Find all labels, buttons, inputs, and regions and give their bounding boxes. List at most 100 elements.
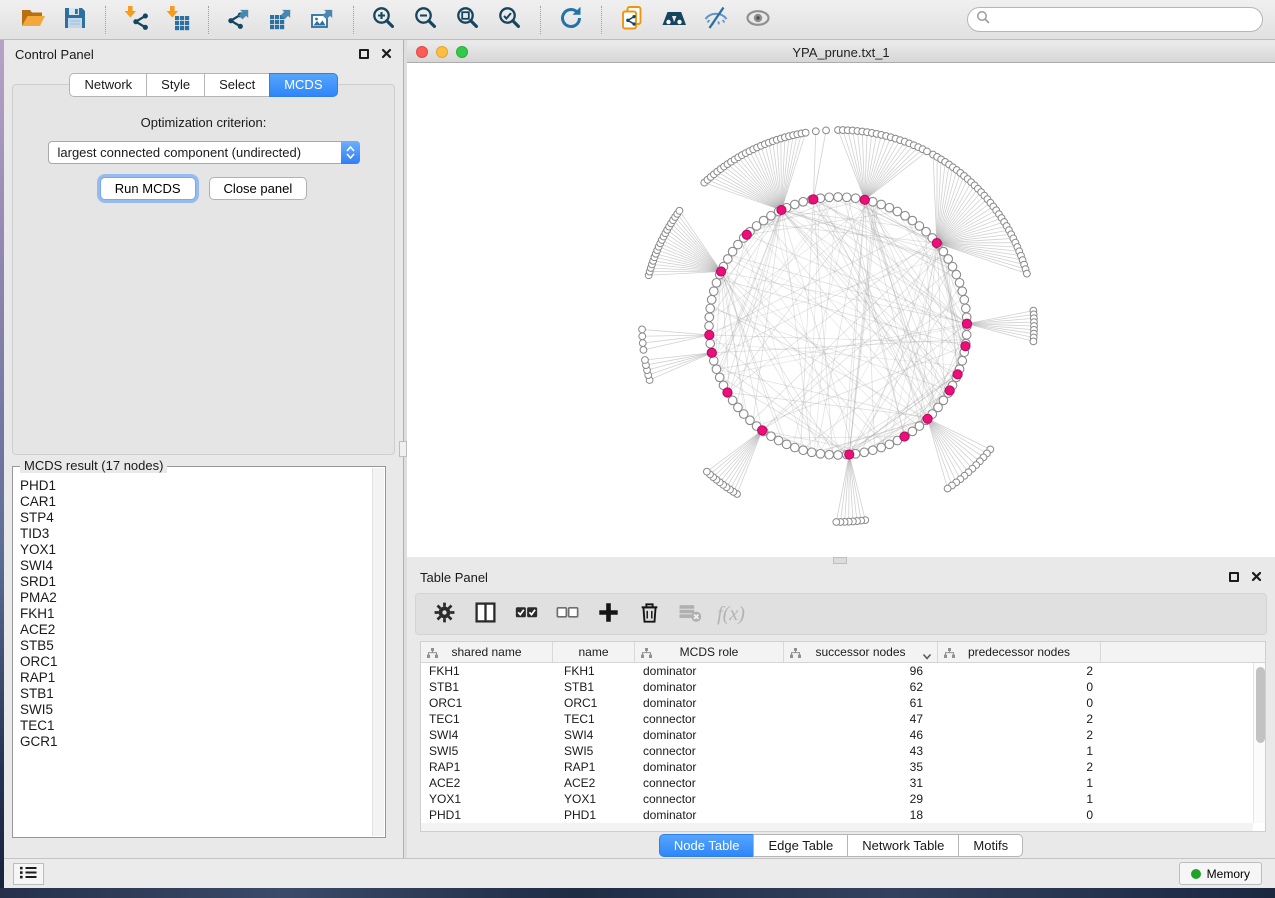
table-tab-network-table[interactable]: Network Table: [847, 834, 959, 857]
table-cell[interactable]: 96: [784, 663, 938, 679]
table-tab-edge-table[interactable]: Edge Table: [753, 834, 848, 857]
table-cell[interactable]: 47: [784, 711, 938, 727]
columns-button[interactable]: [472, 601, 498, 627]
export-table-button[interactable]: [265, 4, 297, 36]
select-all-button[interactable]: [513, 601, 539, 627]
table-cell[interactable]: YOX1: [553, 791, 635, 807]
delete-column-button[interactable]: [677, 601, 703, 627]
network-node[interactable]: [799, 446, 808, 455]
deselect-all-button[interactable]: [554, 601, 580, 627]
mcds-node[interactable]: [716, 267, 725, 276]
network-node[interactable]: [705, 313, 714, 322]
network-leaf-node[interactable]: [676, 207, 683, 214]
network-node[interactable]: [877, 443, 886, 452]
network-node[interactable]: [958, 357, 967, 366]
table-cell[interactable]: TEC1: [553, 711, 635, 727]
mcds-node[interactable]: [707, 348, 716, 357]
network-node[interactable]: [843, 193, 852, 202]
table-cell[interactable]: dominator: [635, 759, 784, 775]
table-cell[interactable]: 43: [784, 743, 938, 759]
mcds-result-item[interactable]: STB5: [20, 638, 372, 654]
network-node[interactable]: [834, 193, 843, 202]
delete-button[interactable]: [636, 601, 662, 627]
network-leaf-node[interactable]: [944, 485, 951, 492]
table-cell[interactable]: 2: [938, 759, 1101, 775]
table-cell[interactable]: 29: [784, 791, 938, 807]
search-box[interactable]: [967, 7, 1263, 32]
network-leaf-node[interactable]: [639, 333, 646, 340]
mcds-node[interactable]: [932, 238, 941, 247]
window-minimize-button[interactable]: [436, 46, 448, 58]
horizontal-splitter-handle[interactable]: [833, 557, 847, 564]
network-node[interactable]: [885, 203, 894, 212]
network-leaf-node[interactable]: [642, 357, 649, 364]
close-panel-icon[interactable]: [381, 47, 392, 62]
network-node[interactable]: [961, 304, 970, 313]
table-row[interactable]: SWI5SWI5connector431: [421, 743, 1265, 759]
function-button[interactable]: f(x): [718, 601, 744, 627]
table-cell[interactable]: ORC1: [553, 695, 635, 711]
show-all-button[interactable]: [742, 4, 774, 36]
table-cell[interactable]: connector: [635, 775, 784, 791]
zoom-out-button[interactable]: [410, 4, 442, 36]
table-row[interactable]: YOX1YOX1connector291: [421, 791, 1265, 807]
network-node[interactable]: [706, 339, 715, 348]
table-cell[interactable]: 0: [938, 679, 1101, 695]
table-cell[interactable]: PHD1: [421, 807, 553, 823]
mcds-result-item[interactable]: TEC1: [20, 718, 372, 734]
table-cell[interactable]: 2: [938, 711, 1101, 727]
network-node[interactable]: [707, 295, 716, 304]
float-table-panel-icon[interactable]: [1229, 572, 1239, 582]
run-mcds-button[interactable]: Run MCDS: [100, 177, 196, 200]
table-cell[interactable]: SWI5: [553, 743, 635, 759]
network-node[interactable]: [960, 295, 969, 304]
table-cell[interactable]: 61: [784, 695, 938, 711]
mcds-result-item[interactable]: GCR1: [20, 734, 372, 750]
mcds-result-item[interactable]: CAR1: [20, 494, 372, 510]
network-node[interactable]: [877, 200, 886, 209]
table-row[interactable]: SWI4SWI4dominator462: [421, 727, 1265, 743]
table-cell[interactable]: 62: [784, 679, 938, 695]
add-button[interactable]: [595, 601, 621, 627]
column-header-successor-nodes[interactable]: successor nodes: [784, 642, 938, 662]
network-node[interactable]: [807, 448, 816, 457]
table-vertical-scrollbar[interactable]: [1253, 663, 1265, 823]
refresh-button[interactable]: [555, 4, 587, 36]
network-node[interactable]: [955, 279, 964, 288]
mcds-node[interactable]: [953, 370, 962, 379]
table-cell[interactable]: 0: [938, 807, 1101, 823]
table-cell[interactable]: connector: [635, 711, 784, 727]
table-row[interactable]: ORC1ORC1dominator610: [421, 695, 1265, 711]
mcds-result-item[interactable]: STP4: [20, 510, 372, 526]
table-cell[interactable]: 1: [938, 775, 1101, 791]
save-button[interactable]: [59, 4, 91, 36]
table-row[interactable]: STB1STB1dominator620: [421, 679, 1265, 695]
close-table-panel-icon[interactable]: [1251, 570, 1262, 585]
table-cell[interactable]: FKH1: [553, 663, 635, 679]
table-cell[interactable]: FKH1: [421, 663, 553, 679]
vertical-splitter-handle[interactable]: [399, 441, 407, 457]
tab-network[interactable]: Network: [69, 73, 147, 97]
import-network-button[interactable]: [120, 4, 152, 36]
network-node[interactable]: [825, 193, 834, 202]
table-horizontal-scrollbar[interactable]: [421, 823, 1253, 831]
zoom-in-button[interactable]: [368, 4, 400, 36]
mcds-result-item[interactable]: SRD1: [20, 574, 372, 590]
hide-selected-button[interactable]: [700, 4, 732, 36]
mcds-result-item[interactable]: YOX1: [20, 542, 372, 558]
network-leaf-node[interactable]: [812, 128, 819, 135]
float-panel-icon[interactable]: [359, 49, 369, 59]
mcds-node[interactable]: [961, 342, 970, 351]
search-input[interactable]: [995, 12, 1254, 27]
mcds-result-item[interactable]: FKH1: [20, 606, 372, 622]
export-network-button[interactable]: [223, 4, 255, 36]
table-cell[interactable]: STB1: [421, 679, 553, 695]
mcds-node[interactable]: [758, 426, 767, 435]
network-node[interactable]: [709, 287, 718, 296]
mcds-result-item[interactable]: ORC1: [20, 654, 372, 670]
table-cell[interactable]: connector: [635, 791, 784, 807]
mcds-node[interactable]: [923, 414, 932, 423]
network-leaf-node[interactable]: [639, 340, 646, 347]
network-node[interactable]: [869, 446, 878, 455]
mcds-node[interactable]: [705, 330, 714, 339]
